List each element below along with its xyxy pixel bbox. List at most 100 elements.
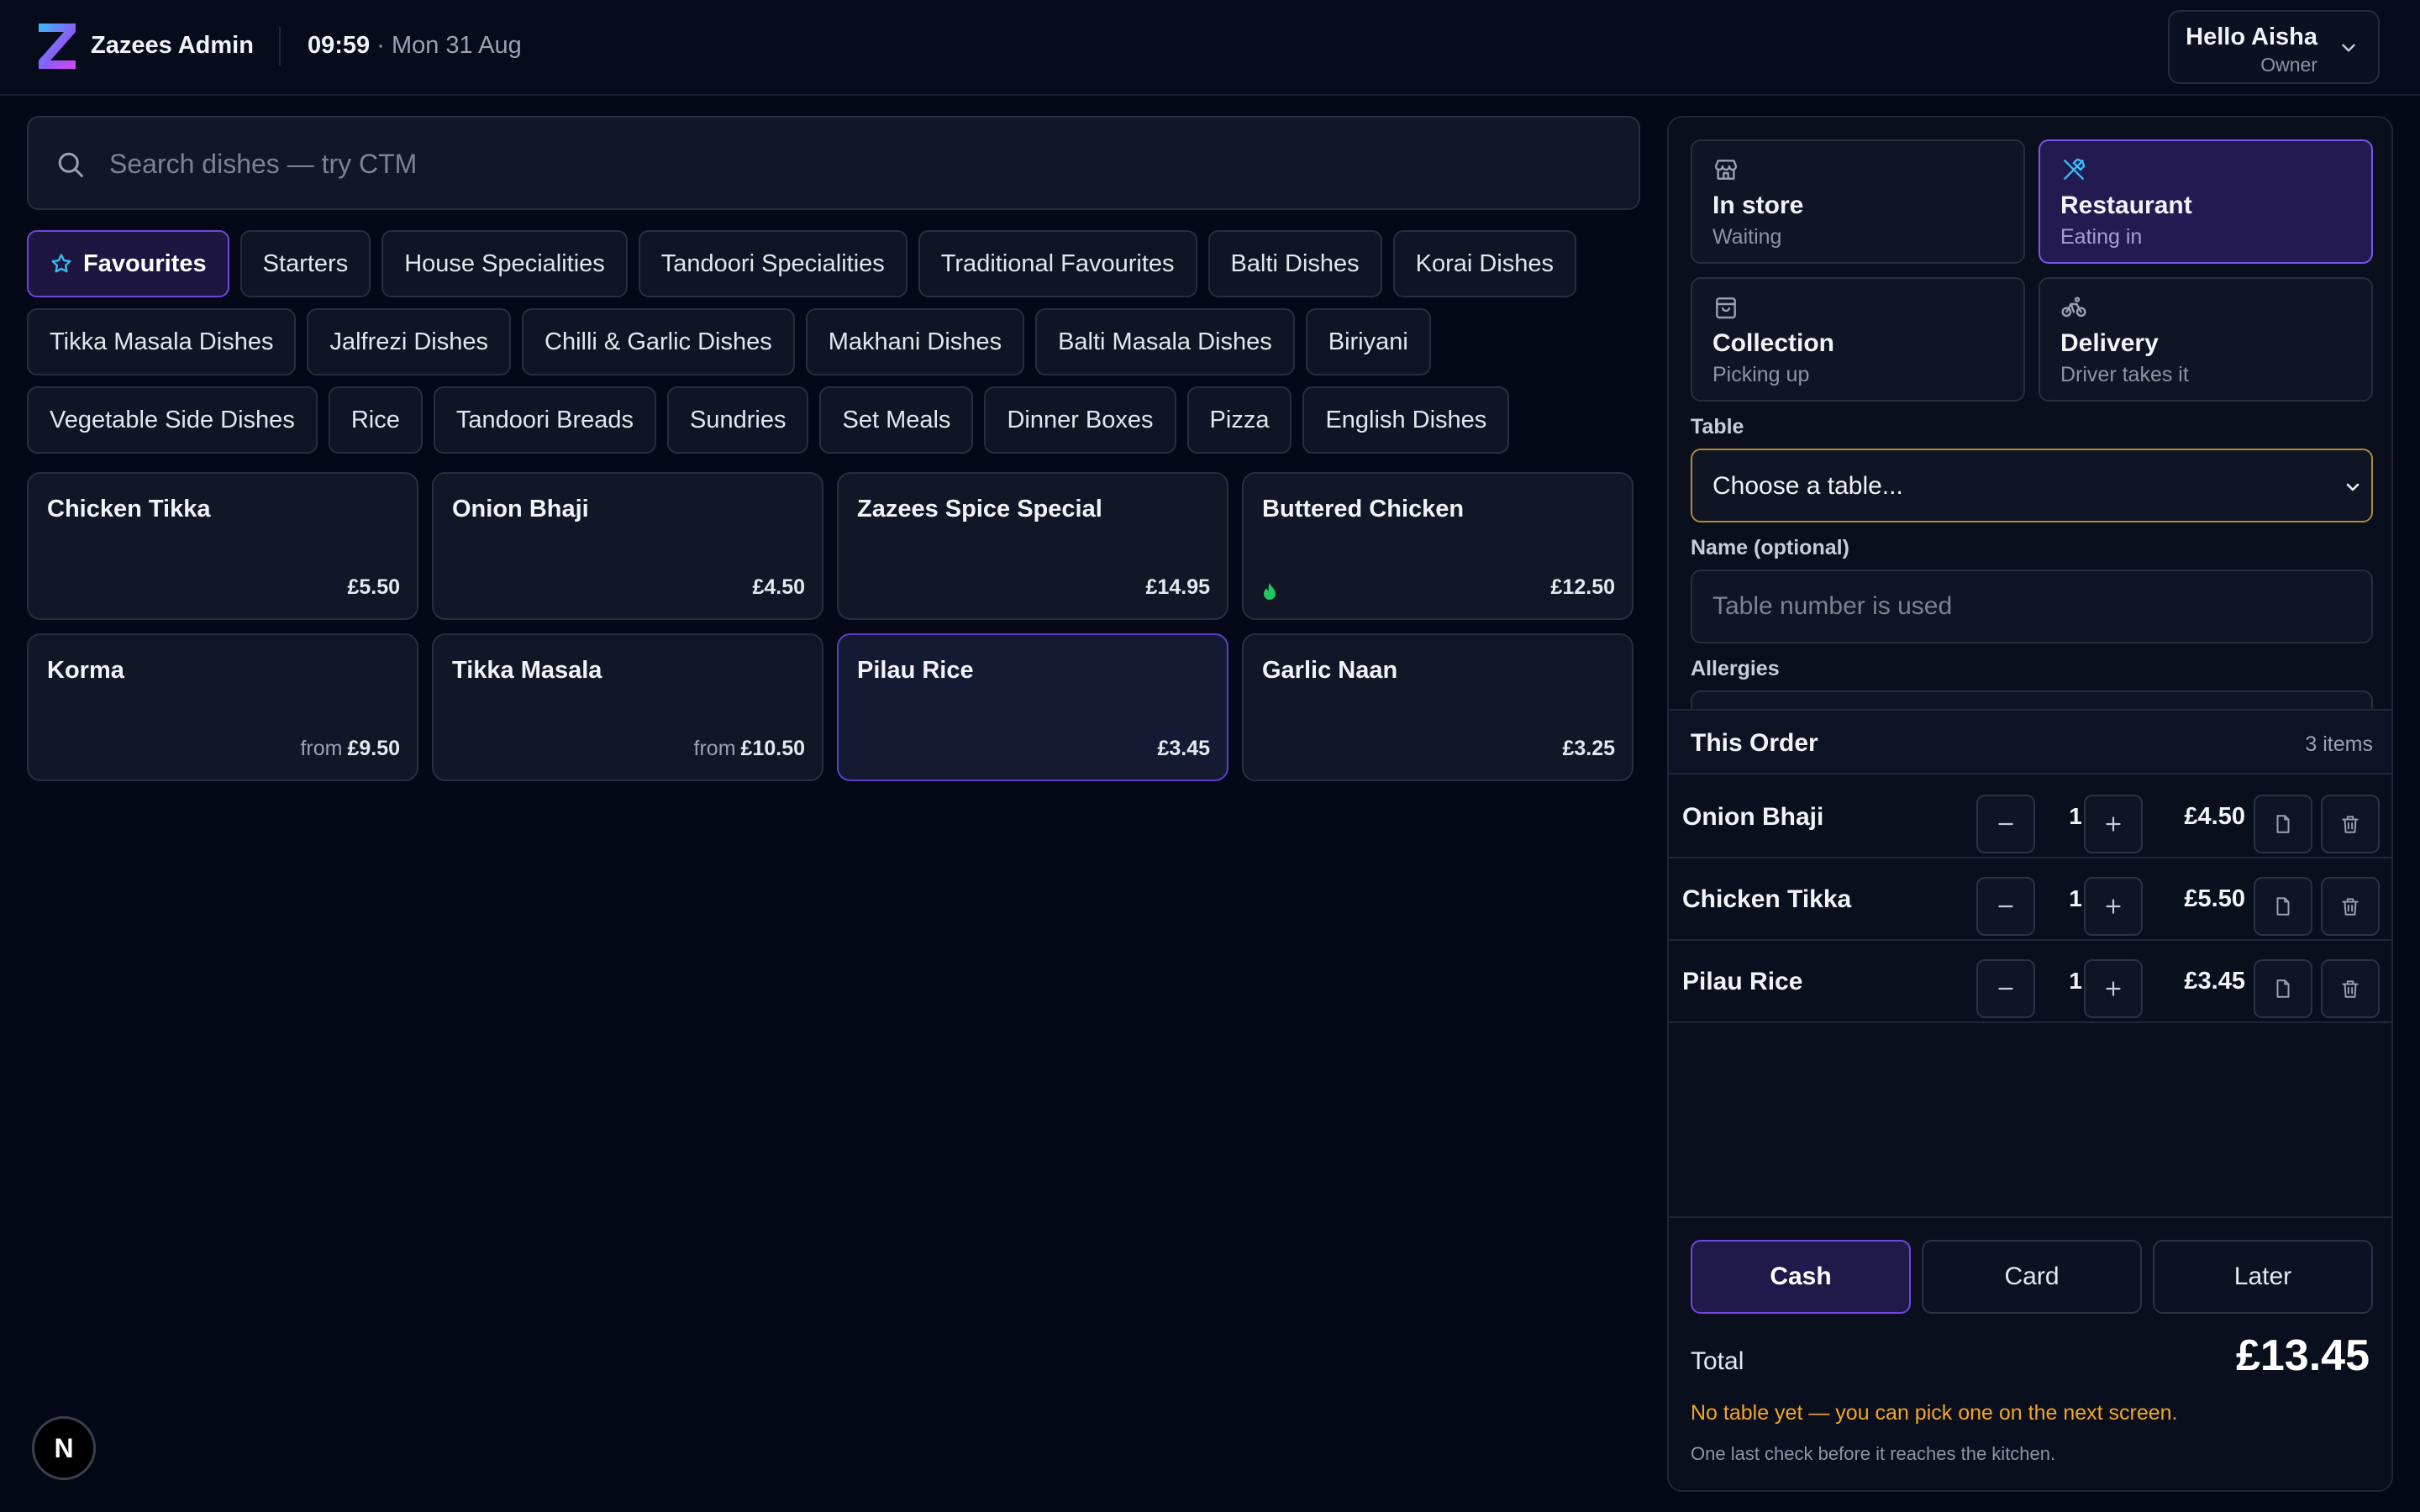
category-chip-tandoori-specialities[interactable]: Tandoori Specialities — [638, 230, 908, 297]
bag-icon — [1716, 297, 1736, 319]
category-chip-dinner-boxes[interactable]: Dinner Boxes — [984, 386, 1176, 454]
category-chip-chilli-and-garlic-dishes[interactable]: Chilli & Garlic Dishes — [522, 308, 795, 375]
category-chip-house-specialities[interactable]: House Specialities — [381, 230, 628, 297]
dish-card-tikka-masala[interactable]: Tikka Masala from £10.50 — [432, 633, 823, 781]
category-chip-tandoori-breads[interactable]: Tandoori Breads — [433, 386, 657, 454]
category-chip-vegetable-side-dishes[interactable]: Vegetable Side Dishes — [27, 386, 318, 454]
dish-price: £12.50 — [1551, 575, 1615, 600]
chevron-down-icon — [2346, 483, 2360, 491]
order-type-subtitle: Waiting — [1712, 225, 1782, 249]
dish-name: Zazees Spice Special — [857, 496, 1102, 522]
dish-price: £3.45 — [1157, 737, 1210, 761]
dish-card-buttered-chicken[interactable]: Buttered Chicken £12.50 — [1242, 472, 1634, 620]
name-input[interactable] — [1691, 570, 2373, 643]
allergies-label: Allergies — [1691, 657, 1780, 680]
chili-icon — [1264, 583, 1276, 600]
dish-price: from £10.50 — [694, 737, 805, 761]
category-chip-label: Balti Dishes — [1230, 249, 1360, 277]
order-type-subtitle: Driver takes it — [2060, 363, 2189, 386]
trash-icon — [2342, 980, 2359, 998]
pay-cash-button[interactable]: Cash — [1691, 1240, 1911, 1314]
category-chip-rice[interactable]: Rice — [328, 386, 423, 454]
dish-card-korma[interactable]: Korma from £9.50 — [27, 633, 418, 781]
category-chip-makhani-dishes[interactable]: Makhani Dishes — [805, 308, 1025, 375]
remove-item-button[interactable] — [2321, 877, 2380, 936]
pay-later-button[interactable]: Later — [2153, 1240, 2373, 1314]
order-type-collection[interactable]: Collection Picking up — [1691, 277, 2025, 402]
category-chip-label: Korai Dishes — [1415, 249, 1555, 277]
decrease-qty-button[interactable] — [1976, 877, 2035, 936]
order-line-name: Pilau Rice — [1682, 968, 1803, 995]
price-value: £5.50 — [347, 575, 400, 599]
payment-divider — [1669, 1216, 2391, 1218]
order-title: This Order — [1691, 729, 1818, 757]
clock-time: 09:59 — [308, 32, 371, 59]
price-value: £10.50 — [740, 737, 805, 760]
user-menu-button[interactable]: Hello Aisha Owner — [2168, 10, 2380, 84]
price-prefix: from — [693, 737, 736, 760]
dish-card-garlic-naan[interactable]: Garlic Naan £3.25 — [1242, 633, 1634, 781]
dev-badge[interactable]: N — [32, 1416, 96, 1480]
cutlery-icon — [2064, 158, 2086, 180]
add-note-button[interactable] — [2254, 877, 2312, 936]
zazees-logo-icon — [39, 24, 76, 69]
category-chip-favourites[interactable]: Favourites — [27, 230, 229, 297]
category-chip-english-dishes[interactable]: English Dishes — [1302, 386, 1510, 454]
category-chip-label: Biriyani — [1328, 328, 1408, 355]
dish-card-zazees-spice-special[interactable]: Zazees Spice Special £14.95 — [837, 472, 1228, 620]
category-chip-label: Tandoori Breads — [455, 406, 634, 433]
category-chip-balti-dishes[interactable]: Balti Dishes — [1207, 230, 1382, 297]
category-chip-label: Rice — [350, 406, 400, 433]
name-label: Name (optional) — [1691, 536, 1849, 559]
order-line-chicken-tikka: Chicken Tikka 1 £5.50 — [1669, 858, 2391, 941]
category-chip-korai-dishes[interactable]: Korai Dishes — [1392, 230, 1577, 297]
add-note-button[interactable] — [2254, 959, 2312, 1018]
category-chip-label: Sundries — [690, 406, 786, 433]
category-chip-label: Vegetable Side Dishes — [50, 406, 295, 433]
search-input[interactable] — [109, 136, 1605, 192]
remove-item-button[interactable] — [2321, 795, 2380, 853]
category-chip-label: Traditional Favourites — [940, 249, 1175, 277]
order-type-in-store[interactable]: In store Waiting — [1691, 139, 2025, 264]
order-line-onion-bhaji: Onion Bhaji 1 £4.50 — [1669, 776, 2391, 858]
minus-icon — [1998, 987, 2013, 990]
category-chip-label: Starters — [262, 249, 349, 277]
header-divider — [279, 27, 281, 66]
decrease-qty-button[interactable] — [1976, 795, 2035, 853]
increase-qty-button[interactable] — [2084, 959, 2143, 1018]
dish-card-chicken-tikka[interactable]: Chicken Tikka £5.50 — [27, 472, 418, 620]
category-chip-pizza[interactable]: Pizza — [1186, 386, 1292, 454]
category-chip-balti-masala-dishes[interactable]: Balti Masala Dishes — [1035, 308, 1295, 375]
category-chip-biriyani[interactable]: Biriyani — [1305, 308, 1431, 375]
order-type-subtitle: Picking up — [1712, 363, 1810, 386]
category-chip-label: Chilli & Garlic Dishes — [544, 328, 772, 355]
pay-card-button[interactable]: Card — [1922, 1240, 2142, 1314]
order-type-title: Delivery — [2060, 329, 2159, 357]
decrease-qty-button[interactable] — [1976, 959, 2035, 1018]
dish-search — [27, 116, 1640, 210]
order-type-restaurant[interactable]: Restaurant Eating in — [2039, 139, 2373, 264]
increase-qty-button[interactable] — [2084, 877, 2143, 936]
order-type-subtitle: Eating in — [2060, 225, 2143, 249]
category-chip-set-meals[interactable]: Set Meals — [819, 386, 974, 454]
dish-name: Buttered Chicken — [1262, 496, 1465, 522]
order-type-title: In store — [1712, 192, 1804, 219]
add-note-button[interactable] — [2254, 795, 2312, 853]
dish-card-pilau-rice[interactable]: Pilau Rice £3.45 — [837, 633, 1228, 781]
total-value: £13.45 — [2235, 1331, 2370, 1380]
category-chip-traditional-favourites[interactable]: Traditional Favourites — [918, 230, 1197, 297]
table-select[interactable]: Choose a table... — [1691, 449, 2373, 522]
category-chip-tikka-masala-dishes[interactable]: Tikka Masala Dishes — [27, 308, 297, 375]
category-chip-sundries[interactable]: Sundries — [667, 386, 809, 454]
price-value: £14.95 — [1145, 575, 1210, 599]
order-type-delivery[interactable]: Delivery Driver takes it — [2039, 277, 2373, 402]
price-prefix: from — [300, 737, 343, 760]
category-chip-jalfrezi-dishes[interactable]: Jalfrezi Dishes — [307, 308, 512, 375]
dish-name: Pilau Rice — [857, 657, 974, 684]
dish-card-onion-bhaji[interactable]: Onion Bhaji £4.50 — [432, 472, 823, 620]
category-chip-label: Set Meals — [842, 406, 951, 433]
user-role: Owner — [2260, 54, 2317, 76]
increase-qty-button[interactable] — [2084, 795, 2143, 853]
remove-item-button[interactable] — [2321, 959, 2380, 1018]
category-chip-starters[interactable]: Starters — [239, 230, 371, 297]
